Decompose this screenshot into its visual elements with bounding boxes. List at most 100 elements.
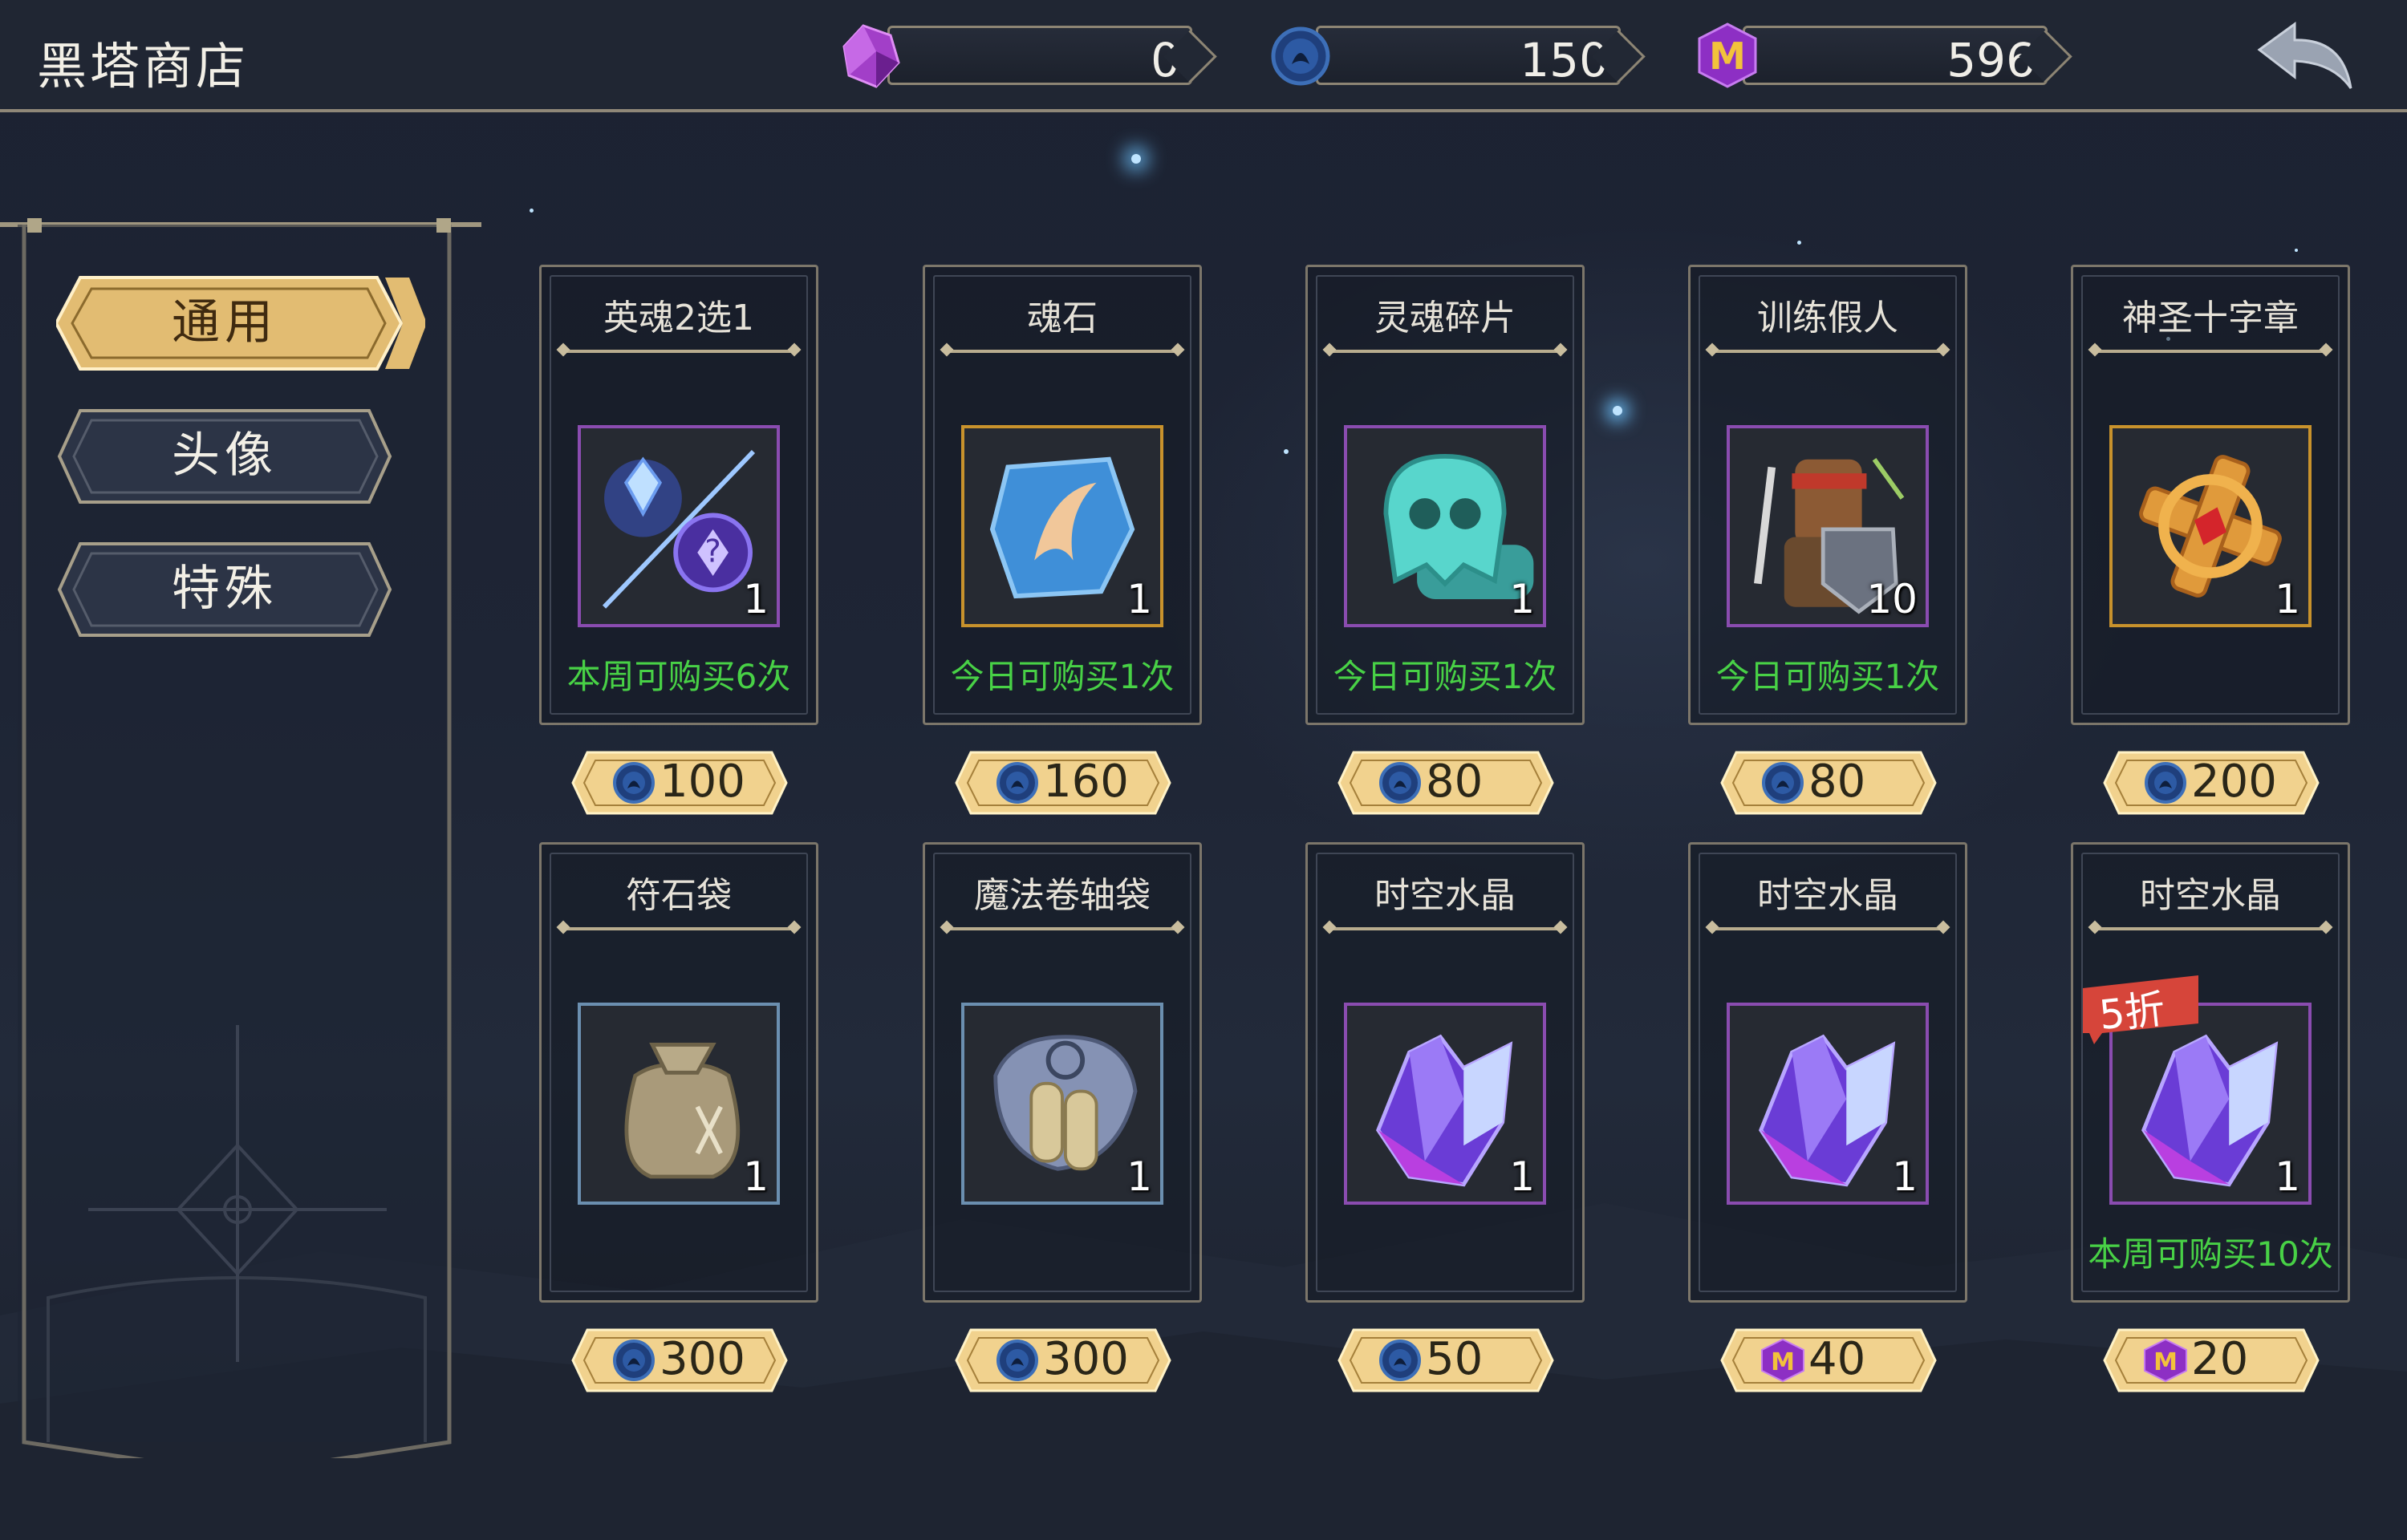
star [1613, 406, 1622, 415]
buy-price-button[interactable]: 100 [571, 749, 788, 817]
currency-box: 0 [887, 26, 1192, 87]
item-name: 时空水晶 [1374, 875, 1516, 916]
buy-price-button[interactable]: M 40 [1720, 1327, 1937, 1394]
blue-soul-stone-icon [1379, 1339, 1421, 1381]
purple-gem-icon [842, 24, 900, 88]
item-card[interactable]: 魔法卷轴袋 1 [923, 842, 1202, 1303]
blue-soul-stone-icon [1762, 762, 1804, 804]
purple-m-coin-icon: M [1698, 22, 1757, 88]
item-icon-frame: 1 [961, 1003, 1163, 1205]
purchase-limit: 今日可购买1次 [1715, 657, 1940, 696]
star [1131, 154, 1141, 164]
price-value: 300 [660, 1333, 745, 1385]
item-name: 英魂2选1 [603, 298, 754, 338]
item-icon-frame: 1 [578, 1003, 780, 1205]
price-value: 160 [1043, 756, 1129, 808]
discount-label: 5折 [2096, 985, 2168, 1040]
divider [1329, 350, 1561, 353]
price-value: 300 [1043, 1333, 1129, 1385]
price-value: 50 [1426, 1333, 1484, 1385]
buy-price-button[interactable]: 50 [1337, 1327, 1554, 1394]
sidebar-banner [0, 218, 481, 1458]
purple-m-coin-icon: M [1761, 1338, 1804, 1383]
star [530, 209, 534, 213]
item-card[interactable]: 灵魂碎片 1 今日可购买1次 [1305, 265, 1585, 725]
item-quantity: 1 [1892, 1153, 1918, 1200]
item-icon-frame: 1 [1344, 425, 1546, 627]
shop-screen: 黑塔商店 0 150 596 M 通用 头像 特殊 英魂2选1 ? 1 本周可购… [0, 0, 2407, 1540]
price-value: 40 [1808, 1333, 1866, 1385]
item-quantity: 1 [1509, 576, 1535, 622]
currency-box: 596 [1743, 26, 2048, 87]
item-name: 训练假人 [1757, 298, 1898, 338]
item-quantity: 1 [743, 576, 769, 622]
item-card[interactable]: 神圣十字章 1 [2071, 265, 2350, 725]
item-icon-frame: 1 [961, 425, 1163, 627]
tab-general-label: 通用 [172, 294, 278, 351]
item-icon-frame: ? 1 [578, 425, 780, 627]
item-name: 时空水晶 [2140, 875, 2281, 916]
purchase-limit: 本周可购买10次 [2088, 1234, 2333, 1274]
item-card[interactable]: 魂石 1 今日可购买1次 [923, 265, 1202, 725]
item-card[interactable]: 时空水晶 1 [1305, 842, 1585, 1303]
currency-value: 596 [1946, 33, 2036, 87]
blue-soul-stone-icon [613, 1339, 655, 1381]
divider [563, 927, 794, 930]
item-card[interactable]: 训练假人 10 今日可购买1次 [1688, 265, 1967, 725]
price-value: 80 [1808, 756, 1866, 808]
buy-price-button[interactable]: 200 [2103, 749, 2320, 817]
item-card[interactable]: 时空水晶 1 [1688, 842, 1967, 1303]
item-quantity: 1 [1126, 1153, 1152, 1200]
item-icon-frame: 1 [1727, 1003, 1929, 1205]
star [1797, 241, 1801, 245]
blue-soul-stone-icon [996, 1339, 1038, 1381]
price-value: 200 [2191, 756, 2277, 808]
tab-avatar[interactable]: 头像 [56, 404, 393, 509]
currency-value: 150 [1520, 33, 1609, 87]
item-quantity: 1 [743, 1153, 769, 1200]
svg-text:?: ? [704, 534, 721, 570]
divider [1329, 927, 1561, 930]
item-quantity: 1 [2275, 1153, 2300, 1200]
price-value: 80 [1426, 756, 1484, 808]
page-title: 黑塔商店 [37, 37, 250, 95]
item-name: 时空水晶 [1757, 875, 1898, 916]
star [1284, 449, 1289, 454]
divider [1712, 927, 1943, 930]
buy-price-button[interactable]: M 20 [2103, 1327, 2320, 1394]
item-name: 灵魂碎片 [1374, 298, 1516, 338]
tab-avatar-label: 头像 [172, 428, 278, 484]
buy-price-button[interactable]: 160 [955, 749, 1171, 817]
item-card[interactable]: 符石袋 1 [539, 842, 818, 1303]
divider [2095, 350, 2326, 353]
tab-special[interactable]: 特殊 [56, 537, 393, 642]
star [2295, 249, 2298, 252]
buy-price-button[interactable]: 80 [1720, 749, 1937, 817]
buy-price-button[interactable]: 80 [1337, 749, 1554, 817]
buy-price-button[interactable]: 300 [955, 1327, 1171, 1394]
item-quantity: 1 [2275, 576, 2300, 622]
back-arrow-icon[interactable] [2253, 19, 2357, 96]
item-name: 神圣十字章 [2122, 298, 2299, 338]
buy-price-button[interactable]: 300 [571, 1327, 788, 1394]
divider [563, 350, 794, 353]
blue-soul-stone-icon [1271, 26, 1330, 86]
item-quantity: 1 [1509, 1153, 1535, 1200]
blue-soul-stone-icon [1379, 762, 1421, 804]
category-sidebar: 通用 头像 特殊 [0, 207, 481, 1458]
divider [947, 350, 1178, 353]
item-card[interactable]: 时空水晶 1 本周可购买10次 [2071, 842, 2350, 1303]
discount-badge: 5折 [2078, 975, 2203, 1044]
price-value: 20 [2191, 1333, 2249, 1385]
tab-general[interactable]: 通用 [56, 271, 425, 375]
item-quantity: 10 [1866, 576, 1918, 622]
item-card[interactable]: 英魂2选1? 1 本周可购买6次 [539, 265, 818, 725]
blue-soul-stone-icon [996, 762, 1038, 804]
divider [1712, 350, 1943, 353]
divider [2095, 927, 2326, 930]
divider [947, 927, 1178, 930]
svg-text:M: M [1709, 34, 1746, 78]
item-name: 魂石 [1027, 298, 1098, 338]
item-icon-frame: 1 [2109, 425, 2312, 627]
blue-soul-stone-icon [2145, 762, 2186, 804]
